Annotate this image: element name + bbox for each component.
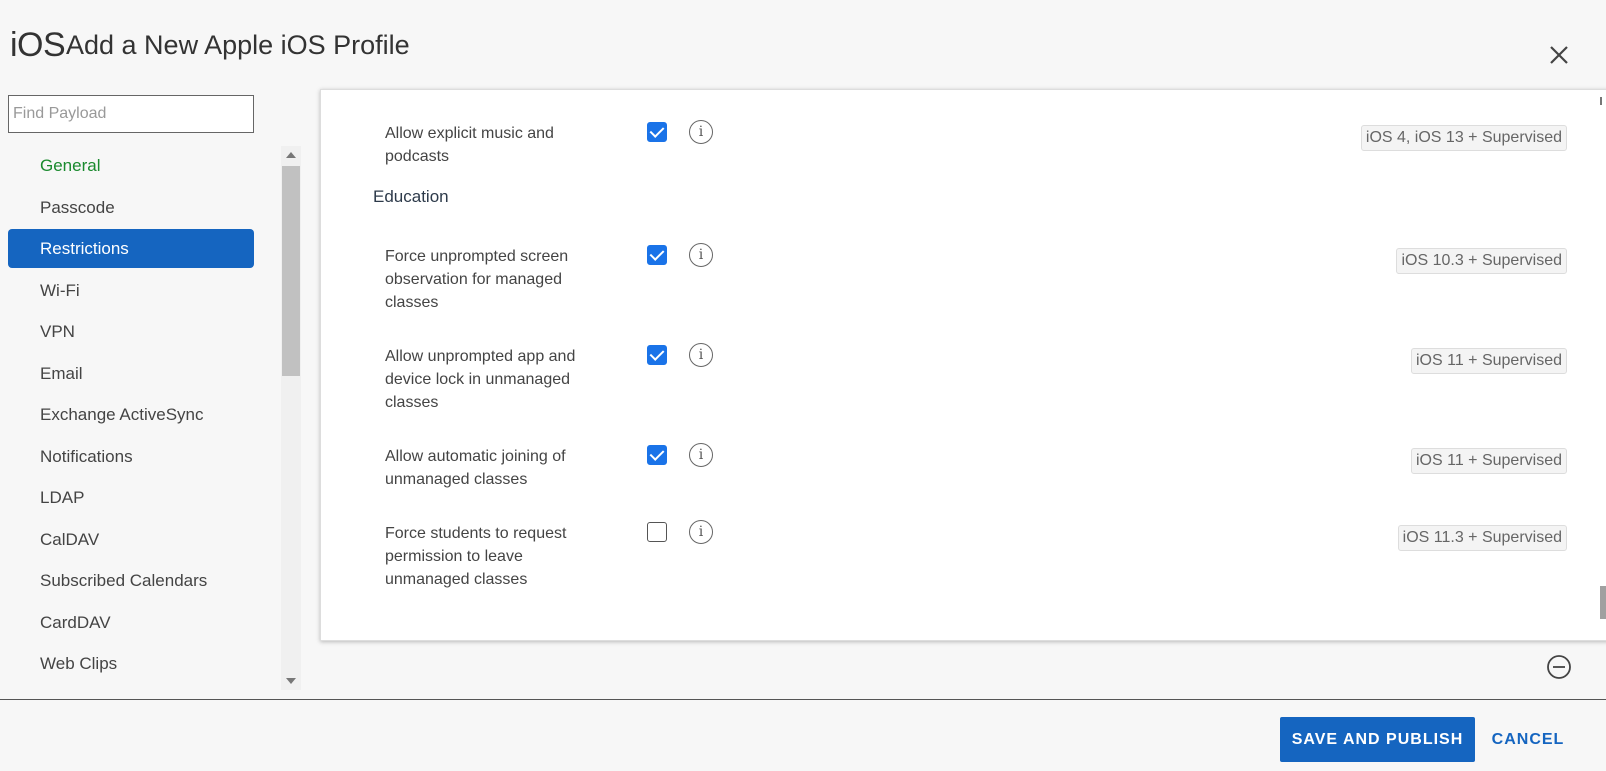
restriction-checkbox[interactable]: [647, 122, 667, 142]
info-icon[interactable]: i: [689, 243, 713, 267]
sidebar-item-ldap[interactable]: LDAP: [8, 478, 254, 517]
restriction-checkbox[interactable]: [647, 522, 667, 542]
payload-list: General Passcode Restrictions Wi-Fi VPN …: [8, 146, 254, 690]
sidebar-item-notifications[interactable]: Notifications: [8, 437, 254, 476]
sidebar-item-email[interactable]: Email: [8, 354, 254, 393]
sidebar-item-carddav[interactable]: CardDAV: [8, 603, 254, 642]
restriction-label: Allow automatic joining of unmanaged cla…: [385, 448, 566, 488]
ios-logo: iOS: [10, 26, 66, 64]
find-payload-input[interactable]: [8, 95, 254, 133]
cancel-button[interactable]: CANCEL: [1488, 717, 1568, 762]
restriction-checkbox[interactable]: [647, 345, 667, 365]
restriction-label: Force students to request permission to …: [385, 525, 567, 588]
section-title-education: Education: [373, 187, 449, 206]
scroll-up-icon[interactable]: [286, 152, 296, 158]
sidebar-item-web-clips[interactable]: Web Clips: [8, 644, 254, 683]
version-badge: iOS 11.3 + Supervised: [1397, 525, 1567, 551]
sidebar-scroll-thumb[interactable]: [282, 166, 300, 376]
sidebar-item-passcode[interactable]: Passcode: [8, 188, 254, 227]
version-badge: iOS 11 + Supervised: [1410, 348, 1567, 374]
sidebar-scrollbar[interactable]: [281, 146, 301, 690]
panel-scrollbar[interactable]: [1580, 89, 1606, 641]
sidebar-item-restrictions[interactable]: Restrictions: [8, 229, 254, 268]
restriction-label: Force unprompted screen observation for …: [385, 248, 569, 311]
version-badge: iOS 4, iOS 13 + Supervised: [1360, 125, 1567, 151]
header: iOS Add a New Apple iOS Profile: [0, 0, 1606, 90]
restriction-label: Allow explicit music and podcasts: [385, 125, 554, 165]
sidebar-item-wifi[interactable]: Wi-Fi: [8, 271, 254, 310]
sidebar-item-caldav[interactable]: CalDAV: [8, 520, 254, 559]
info-icon[interactable]: i: [689, 443, 713, 467]
footer-divider: [0, 699, 1606, 700]
version-badge: iOS 11 + Supervised: [1410, 448, 1567, 474]
restrictions-panel: Allow explicit music and podcasts i iOS …: [320, 89, 1606, 641]
scroll-down-icon[interactable]: [286, 678, 296, 684]
panel-scroll-up[interactable]: [1600, 97, 1602, 105]
version-badge: iOS 10.3 + Supervised: [1396, 248, 1567, 274]
info-icon[interactable]: i: [689, 343, 713, 367]
restriction-label: Allow unprompted app and device lock in …: [385, 348, 576, 411]
save-and-publish-button[interactable]: SAVE AND PUBLISH: [1280, 717, 1475, 762]
minus-circle-icon[interactable]: [1546, 654, 1572, 680]
restriction-checkbox[interactable]: [647, 245, 667, 265]
sidebar-item-subscribed-calendars[interactable]: Subscribed Calendars: [8, 561, 254, 600]
sidebar-item-vpn[interactable]: VPN: [8, 312, 254, 351]
close-icon[interactable]: [1546, 42, 1572, 68]
panel-scroll-thumb[interactable]: [1600, 586, 1606, 619]
sidebar-item-exchange-activesync[interactable]: Exchange ActiveSync: [8, 395, 254, 434]
info-icon[interactable]: i: [689, 520, 713, 544]
sidebar-item-general[interactable]: General: [8, 146, 254, 185]
info-icon[interactable]: i: [689, 120, 713, 144]
restriction-checkbox[interactable]: [647, 445, 667, 465]
page-title: Add a New Apple iOS Profile: [66, 30, 410, 60]
